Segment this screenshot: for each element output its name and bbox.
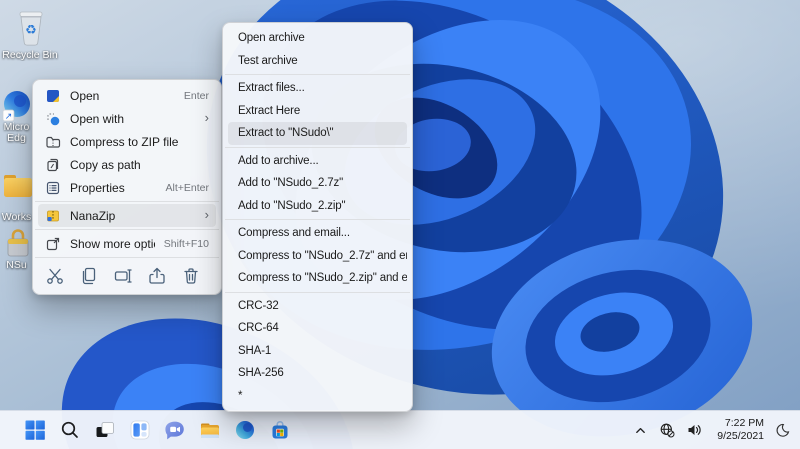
submenu-item-crc32[interactable]: CRC-32 [228, 295, 407, 318]
search-icon [61, 421, 78, 438]
chevron-up-icon [635, 427, 645, 433]
submenu-item-open-archive[interactable]: Open archive [228, 27, 407, 50]
edge-icon [236, 421, 254, 439]
menu-item-shortcut: Enter [183, 89, 209, 102]
start-button[interactable] [21, 414, 49, 446]
submenu-item-extract-files[interactable]: Extract files... [228, 77, 407, 100]
menu-separator [225, 146, 410, 148]
menu-item-show-more-options[interactable]: Show more options Shift+F10 [38, 232, 216, 255]
taskbar-buttons [0, 414, 294, 446]
cut-button[interactable] [42, 263, 68, 289]
file-explorer-icon [201, 423, 219, 438]
widgets-icon [130, 420, 150, 440]
focus-assist-button[interactable] [773, 421, 791, 439]
context-menu: Open Enter Open with › Compress to ZIP f… [32, 79, 222, 295]
share-button[interactable] [144, 263, 170, 289]
menu-item-label: Show more options [70, 236, 155, 251]
chevron-right-icon: › [204, 207, 209, 222]
zip-folder-icon [45, 134, 61, 150]
menu-item-compress-zip[interactable]: Compress to ZIP file [38, 130, 216, 153]
store-button[interactable] [266, 414, 294, 446]
volume-button[interactable] [685, 421, 703, 439]
menu-item-copy-as-path[interactable]: Copy as path [38, 153, 216, 176]
hidden-icons-chevron-button[interactable] [631, 421, 649, 439]
menu-separator [225, 74, 410, 75]
svg-text:↗: ↗ [5, 112, 13, 122]
menu-item-nanazip[interactable]: NanaZip › [38, 204, 216, 227]
quick-actions-row [33, 260, 221, 290]
submenu-item-sha256[interactable]: SHA-256 [228, 362, 407, 385]
submenu-item-compress-zip-email[interactable]: Compress to "NSudo_2.zip" and email [228, 267, 407, 290]
moon-icon [776, 423, 789, 437]
nsudo-file-label: NSu [6, 260, 27, 271]
chevron-right-icon: › [204, 110, 209, 125]
properties-icon [45, 180, 61, 196]
clock-time: 7:22 PM [724, 417, 764, 429]
menu-item-label: NanaZip [70, 208, 116, 223]
task-view-button[interactable] [91, 414, 119, 446]
menu-item-open-with[interactable]: Open with › [38, 107, 216, 130]
globe-no-internet-icon [660, 423, 675, 438]
copy-path-icon [45, 157, 61, 173]
search-button[interactable] [56, 414, 84, 446]
taskbar-clock[interactable]: 7:22 PM 9/25/2021 [712, 417, 764, 443]
rename-button[interactable] [110, 263, 136, 289]
submenu-item-sha1[interactable]: SHA-1 [228, 340, 407, 363]
windows-start-icon [25, 420, 45, 440]
menu-separator [35, 201, 219, 202]
menu-separator [35, 229, 219, 230]
recycle-bin-icon[interactable]: ♻ [10, 6, 52, 48]
submenu-item-compress-email[interactable]: Compress and email... [228, 222, 407, 245]
speaker-icon [688, 425, 701, 435]
open-with-icon [45, 111, 61, 127]
copy-button[interactable] [76, 263, 102, 289]
menu-separator [35, 257, 219, 258]
file-explorer-button[interactable] [196, 414, 224, 446]
system-tray: 7:22 PM 9/25/2021 [631, 411, 800, 449]
delete-button[interactable] [178, 263, 204, 289]
menu-item-label: Properties [70, 180, 125, 195]
submenu-item-crc64[interactable]: CRC-64 [228, 317, 407, 340]
menu-item-shortcut: Shift+F10 [163, 237, 209, 250]
menu-item-shortcut: Alt+Enter [165, 181, 209, 194]
store-icon [272, 421, 288, 439]
submenu-item-extract-to[interactable]: Extract to "NSudo\" [228, 122, 407, 145]
submenu-item-add-to-7z[interactable]: Add to "NSudo_2.7z" [228, 172, 407, 195]
menu-separator [225, 219, 410, 220]
more-options-icon [45, 236, 61, 252]
nsudo-app-icon [45, 88, 61, 104]
recycle-bin-label: Recycle Bin [2, 50, 58, 61]
edge-shortcut-label: Micro [3, 122, 30, 133]
menu-item-label: Compress to ZIP file [70, 134, 179, 149]
chat-button[interactable] [161, 414, 189, 446]
submenu-item-add-to-archive[interactable]: Add to archive... [228, 150, 407, 173]
nanazip-submenu: Open archive Test archive Extract files.… [222, 22, 413, 412]
nsudo-file-icon[interactable] [4, 227, 32, 259]
edge-button[interactable] [231, 414, 259, 446]
widgets-button[interactable] [126, 414, 154, 446]
menu-item-label: Open [70, 88, 100, 103]
folder-icon[interactable] [2, 172, 34, 200]
menu-item-open[interactable]: Open Enter [38, 84, 216, 107]
task-view-icon [96, 422, 114, 437]
edge-shortcut-icon[interactable]: ↗ [2, 90, 34, 122]
clock-date: 9/25/2021 [717, 430, 764, 442]
submenu-item-star[interactable]: * [228, 385, 407, 408]
submenu-item-extract-here[interactable]: Extract Here [228, 100, 407, 123]
folder-label: Works [1, 212, 32, 223]
submenu-item-compress-7z-email[interactable]: Compress to "NSudo_2.7z" and email [228, 245, 407, 268]
desktop: ♻ Recycle Bin ↗ Micro Edg Works NSu Open [0, 0, 800, 449]
svg-text:♻: ♻ [25, 23, 37, 38]
menu-item-label: Copy as path [70, 157, 141, 172]
edge-shortcut-label-2: Edg [7, 133, 26, 144]
menu-separator [225, 291, 410, 293]
menu-item-label: Open with [70, 111, 125, 126]
network-button[interactable] [658, 421, 676, 439]
nanazip-icon [45, 208, 61, 224]
chat-icon [165, 421, 184, 440]
submenu-item-add-to-zip[interactable]: Add to "NSudo_2.zip" [228, 195, 407, 218]
submenu-item-test-archive[interactable]: Test archive [228, 50, 407, 73]
menu-item-properties[interactable]: Properties Alt+Enter [38, 176, 216, 199]
taskbar: 7:22 PM 9/25/2021 [0, 410, 800, 449]
